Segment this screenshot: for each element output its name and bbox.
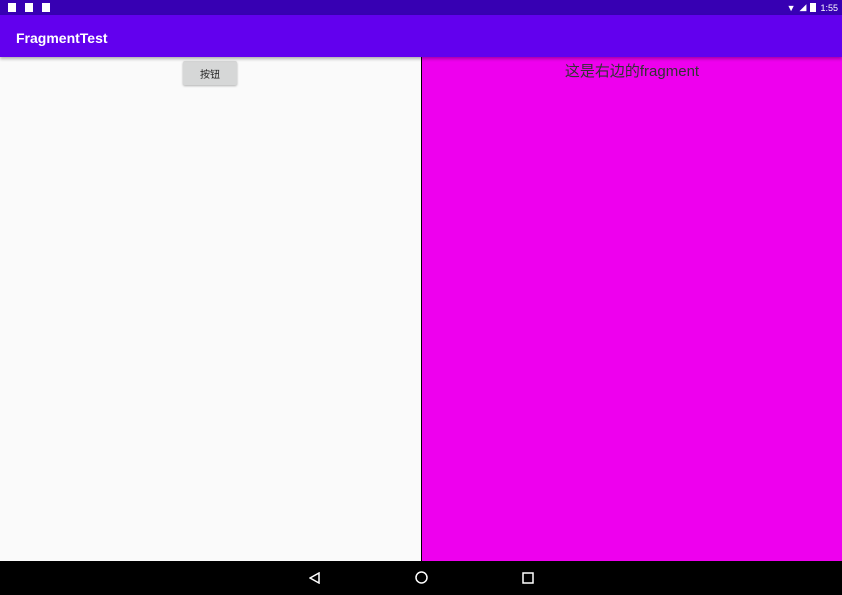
- notification-icon: [25, 3, 33, 12]
- navigation-bar: [0, 561, 842, 595]
- sd-card-icon: [8, 3, 16, 12]
- clock: 1:55: [820, 2, 838, 13]
- right-fragment-text: 这是右边的fragment: [564, 63, 700, 80]
- app-notification-icon: [42, 3, 50, 12]
- wifi-icon: ▼: [786, 2, 796, 13]
- status-bar: ▼ ◢ 1:55: [0, 0, 842, 15]
- back-icon[interactable]: [308, 571, 321, 589]
- app-bar: FragmentTest: [0, 15, 842, 57]
- recents-icon[interactable]: [522, 571, 534, 589]
- home-icon[interactable]: [415, 571, 428, 589]
- battery-icon: [810, 3, 817, 12]
- fragment-button[interactable]: 按钮: [183, 61, 237, 85]
- left-fragment: 按钮: [0, 57, 421, 561]
- signal-icon: ◢: [799, 2, 807, 12]
- app-title: FragmentTest: [16, 30, 108, 46]
- right-fragment: 这是右边的fragment: [422, 57, 842, 561]
